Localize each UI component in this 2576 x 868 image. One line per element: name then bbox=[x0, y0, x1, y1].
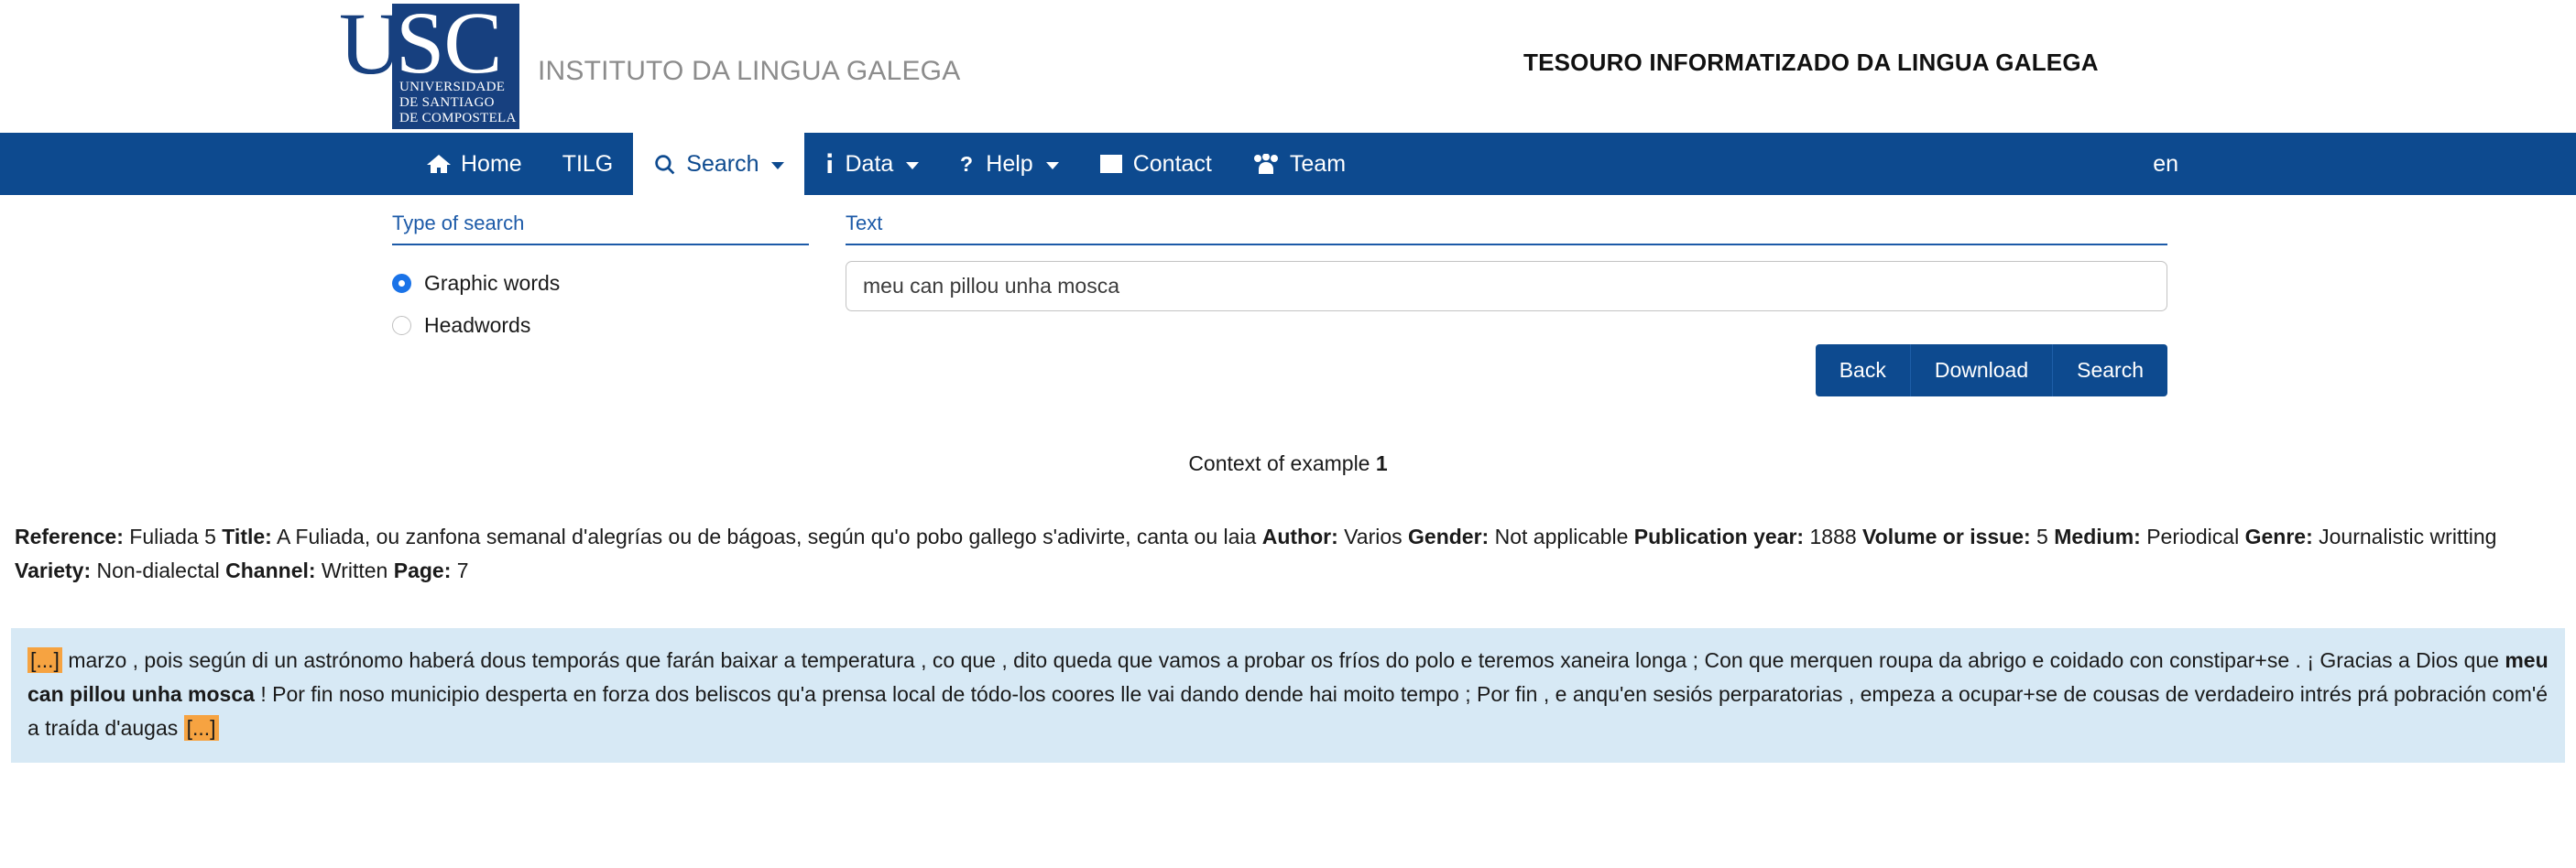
usc-logo-mark: U SC UNIVERSIDADE DE SANTIAGO DE COMPOST… bbox=[339, 0, 519, 129]
metadata-key: Title: bbox=[222, 525, 272, 548]
metadata-key: Genre: bbox=[2244, 525, 2313, 548]
excerpt-text-part1: marzo , pois según di un astrónomo haber… bbox=[61, 648, 2505, 672]
form-button-row: Back Download Search bbox=[846, 344, 2167, 396]
usc-logo[interactable]: U SC UNIVERSIDADE DE SANTIAGO DE COMPOST… bbox=[339, 0, 961, 129]
svg-text:?: ? bbox=[960, 153, 973, 176]
context-heading-number: 1 bbox=[1375, 451, 1388, 475]
page-header: U SC UNIVERSIDADE DE SANTIAGO DE COMPOST… bbox=[0, 0, 2576, 133]
result-excerpt: [...] marzo , pois según di un astrónomo… bbox=[11, 628, 2565, 763]
metadata-key: Author: bbox=[1261, 525, 1338, 548]
ellipsis-marker-start: [...] bbox=[27, 647, 62, 673]
nav-item-search[interactable]: Search bbox=[633, 133, 805, 195]
radio-option-headwords[interactable]: Headwords bbox=[392, 304, 809, 346]
text-field-group: Text Back Download Search bbox=[846, 212, 2167, 396]
nav-item-search-label: Search bbox=[686, 150, 759, 177]
nav-item-help[interactable]: ? Help bbox=[939, 133, 1078, 195]
radio-option-graphic-words[interactable]: Graphic words bbox=[392, 262, 809, 304]
metadata-value: Fuliada 5 bbox=[123, 525, 223, 548]
context-heading-prefix: Context of example bbox=[1188, 451, 1376, 475]
nav-item-team-label: Team bbox=[1289, 150, 1347, 177]
metadata-key: Publication year: bbox=[1633, 525, 1805, 548]
nav-item-data-label: Data bbox=[845, 150, 894, 177]
nav-item-team[interactable]: Team bbox=[1232, 133, 1366, 195]
metadata-value: Periodical bbox=[2140, 525, 2245, 548]
ellipsis-marker-end: [...] bbox=[183, 715, 219, 741]
nav-item-home[interactable]: Home bbox=[407, 133, 542, 195]
download-button[interactable]: Download bbox=[1910, 344, 2054, 396]
metadata-value: 7 bbox=[451, 559, 469, 582]
usc-logo-subtitle-line3: DE COMPOSTELA bbox=[399, 111, 517, 125]
metadata-value: A Fuliada, ou zanfona semanal d'alegrías… bbox=[271, 525, 1262, 548]
usc-logo-subtitle: UNIVERSIDADE DE SANTIAGO DE COMPOSTELA bbox=[399, 80, 517, 126]
info-icon bbox=[824, 153, 835, 176]
nav-item-home-label: Home bbox=[461, 150, 522, 177]
nav-item-contact-label: Contact bbox=[1132, 150, 1212, 177]
metadata-key: Variety: bbox=[15, 559, 92, 582]
nav-item-contact[interactable]: Contact bbox=[1079, 133, 1232, 195]
users-icon bbox=[1252, 153, 1280, 175]
usc-logo-subtitle-line2: DE SANTIAGO bbox=[399, 95, 495, 110]
nav-item-tilg[interactable]: TILG bbox=[542, 133, 634, 195]
context-heading: Context of example 1 bbox=[0, 451, 2576, 476]
usc-logo-letters-sc: SC bbox=[396, 4, 502, 92]
main-navbar: Home TILG Search Data ? Help Contact Tea… bbox=[0, 133, 2576, 195]
nav-item-data[interactable]: Data bbox=[804, 133, 939, 195]
metadata-value: 5 bbox=[2030, 525, 2055, 548]
search-text-input[interactable] bbox=[846, 261, 2167, 311]
chevron-down-icon bbox=[771, 162, 785, 169]
search-form-row: Type of search Graphic words Headwords T… bbox=[392, 212, 2576, 396]
metadata-key: Channel: bbox=[225, 559, 316, 582]
radio-graphic-words-indicator[interactable] bbox=[392, 273, 411, 293]
radio-headwords-indicator[interactable] bbox=[392, 315, 411, 335]
inbox-icon bbox=[1099, 154, 1123, 174]
navbar-items: Home TILG Search Data ? Help Contact Tea… bbox=[407, 133, 1366, 195]
metadata-value: 1888 bbox=[1804, 525, 1863, 548]
text-field-label: Text bbox=[846, 212, 2167, 245]
chevron-down-icon bbox=[1045, 162, 1059, 169]
metadata-value: Journalistic writting bbox=[2312, 525, 2497, 548]
page-title: TESOURO INFORMATIZADO DA LINGUA GALEGA bbox=[1523, 49, 2099, 76]
back-button[interactable]: Back bbox=[1815, 344, 1911, 396]
metadata-key: Gender: bbox=[1408, 525, 1490, 548]
metadata-key: Reference: bbox=[15, 525, 124, 548]
type-of-search-field: Type of search Graphic words Headwords bbox=[392, 212, 809, 396]
metadata-value: Non-dialectal bbox=[91, 559, 226, 582]
metadata-value: Written bbox=[315, 559, 394, 582]
usc-logo-subtitle-line1: UNIVERSIDADE bbox=[399, 80, 506, 94]
type-of-search-label: Type of search bbox=[392, 212, 809, 245]
radio-graphic-words-label: Graphic words bbox=[424, 270, 561, 295]
excerpt-text-part2: ! Por fin noso municipio desperta en for… bbox=[27, 682, 2549, 740]
home-icon bbox=[427, 153, 451, 175]
result-metadata: Reference: Fuliada 5 Title: A Fuliada, o… bbox=[0, 520, 2576, 588]
institute-name: INSTITUTO DA LINGUA GALEGA bbox=[538, 56, 961, 86]
nav-item-tilg-label: TILG bbox=[562, 150, 614, 177]
language-selector-label: en bbox=[2153, 150, 2178, 177]
search-button[interactable]: Search bbox=[2053, 344, 2167, 396]
metadata-key: Volume or issue: bbox=[1862, 525, 2031, 548]
metadata-value: Not applicable bbox=[1489, 525, 1634, 548]
metadata-key: Medium: bbox=[2054, 525, 2141, 548]
metadata-value: Varios bbox=[1337, 525, 1409, 548]
question-icon: ? bbox=[959, 153, 976, 176]
radio-headwords-label: Headwords bbox=[424, 312, 531, 337]
nav-item-help-label: Help bbox=[986, 150, 1033, 177]
usc-logo-box: SC UNIVERSIDADE DE SANTIAGO DE COMPOSTEL… bbox=[392, 4, 519, 129]
language-selector[interactable]: en bbox=[2153, 133, 2184, 195]
type-of-search-options: Graphic words Headwords bbox=[392, 262, 809, 346]
chevron-down-icon bbox=[906, 162, 920, 169]
search-icon bbox=[653, 153, 676, 176]
form-button-group: Back Download Search bbox=[1815, 344, 2167, 396]
metadata-key: Page: bbox=[393, 559, 452, 582]
search-form: Type of search Graphic words Headwords T… bbox=[0, 195, 2576, 396]
